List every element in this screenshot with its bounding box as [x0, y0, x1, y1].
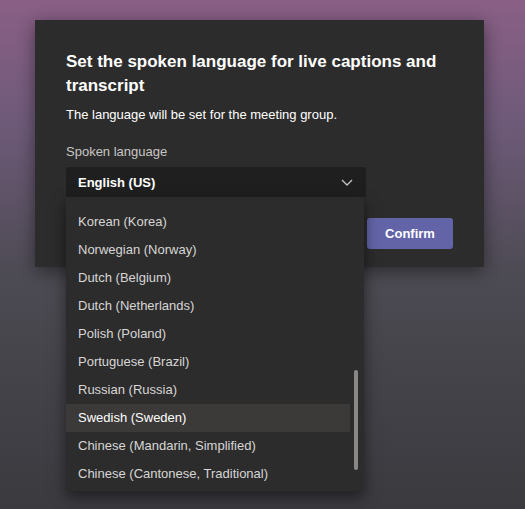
language-option[interactable]: Portuguese (Brazil): [66, 348, 350, 376]
scrollbar[interactable]: [354, 208, 358, 488]
dialog-subtitle: The language will be set for the meeting…: [66, 106, 453, 124]
chevron-down-icon: [340, 175, 354, 189]
language-option[interactable]: Russian (Russia): [66, 376, 350, 404]
language-option[interactable]: Dutch (Netherlands): [66, 292, 350, 320]
language-option[interactable]: Swedish (Sweden): [66, 404, 350, 432]
language-option[interactable]: Polish (Poland): [66, 320, 350, 348]
language-menu: Korean (Korea)Norwegian (Norway)Dutch (B…: [66, 197, 364, 491]
language-option[interactable]: Korean (Korea): [66, 208, 350, 236]
dropdown-value: English (US): [78, 175, 155, 190]
language-dropdown[interactable]: English (US): [66, 167, 366, 197]
language-option[interactable]: Chinese (Cantonese, Traditional): [66, 460, 350, 488]
language-option[interactable]: Norwegian (Norway): [66, 236, 350, 264]
language-dialog: Set the spoken language for live caption…: [35, 20, 484, 267]
language-option[interactable]: Dutch (Belgium): [66, 264, 350, 292]
video-background: Set the spoken language for live caption…: [0, 0, 525, 509]
scrollbar-thumb[interactable]: [354, 370, 358, 470]
field-label: Spoken language: [66, 143, 453, 161]
confirm-button[interactable]: Confirm: [367, 218, 453, 249]
dialog-title: Set the spoken language for live caption…: [66, 50, 453, 98]
language-option[interactable]: Chinese (Mandarin, Simplified): [66, 432, 350, 460]
